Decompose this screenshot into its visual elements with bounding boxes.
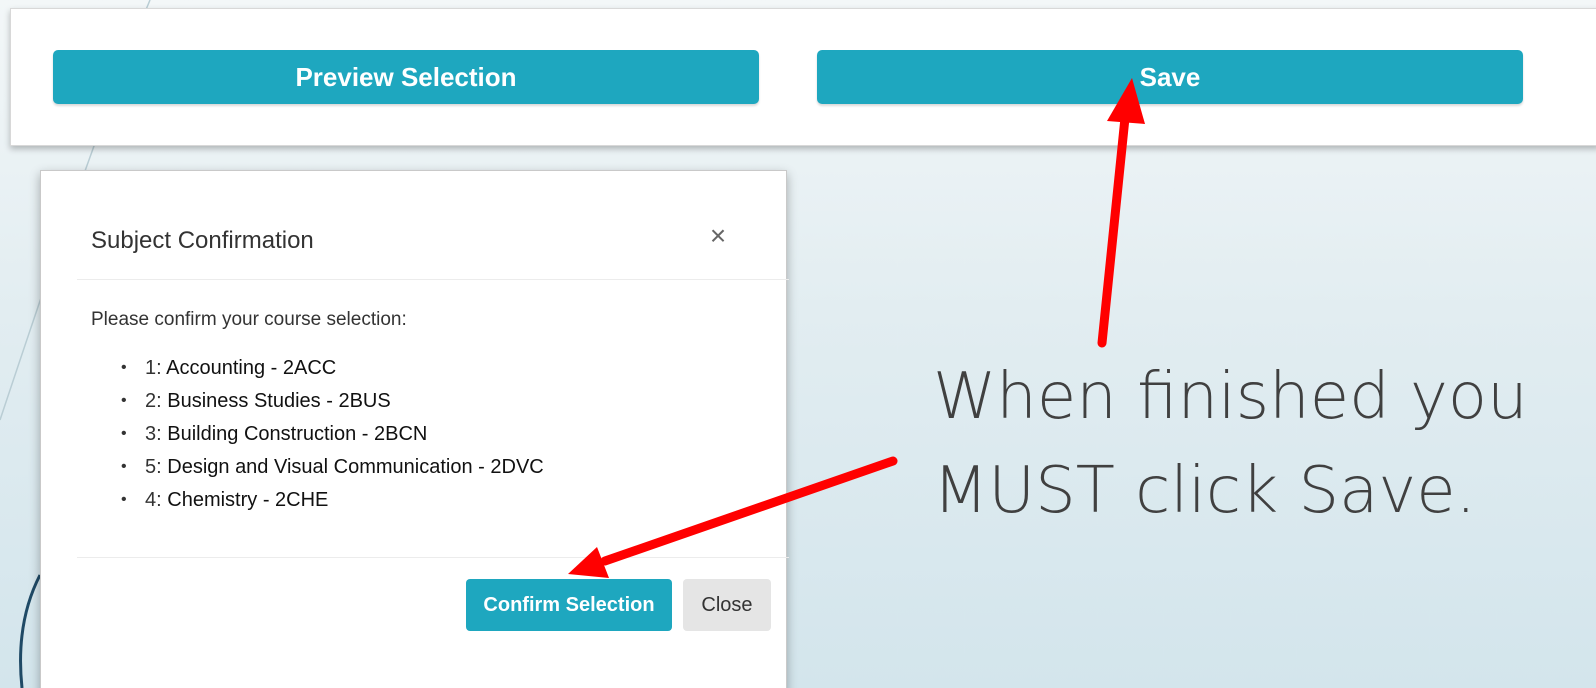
close-icon[interactable]: × xyxy=(703,221,733,251)
confirm-selection-button[interactable]: Confirm Selection xyxy=(466,579,672,631)
list-item: • 4: Chemistry - 2CHE xyxy=(121,489,544,522)
bullet-icon: • xyxy=(121,491,127,508)
instruction-line: MUST click Save. xyxy=(933,454,1476,528)
bullet-icon: • xyxy=(121,425,127,442)
course-name: Business Studies - 2BUS xyxy=(167,390,391,412)
dialog-divider xyxy=(77,557,789,558)
course-number: 1: xyxy=(145,357,162,379)
preview-selection-button[interactable]: Preview Selection xyxy=(53,50,759,104)
instruction-line: When finished you xyxy=(933,360,1528,434)
course-number: 5: xyxy=(145,456,162,478)
save-button[interactable]: Save xyxy=(817,50,1523,104)
list-item: • 3: Building Construction - 2BCN xyxy=(121,423,544,456)
course-name: Chemistry - 2CHE xyxy=(167,489,329,511)
action-bar: Preview Selection Save xyxy=(10,8,1596,146)
bullet-icon: • xyxy=(121,458,127,475)
list-item: • 1: Accounting - 2ACC xyxy=(121,357,544,390)
course-list: • 1: Accounting - 2ACC • 2: Business Studi… xyxy=(121,357,544,522)
course-name: Accounting - 2ACC xyxy=(166,357,337,379)
bullet-icon: • xyxy=(121,392,127,409)
course-number: 4: xyxy=(145,489,162,511)
list-item: • 5: Design and Visual Communication - 2D… xyxy=(121,456,544,489)
dialog-title: Subject Confirmation xyxy=(91,227,314,254)
close-button[interactable]: Close xyxy=(683,579,771,631)
subject-confirmation-dialog: Subject Confirmation × Please confirm yo… xyxy=(40,170,789,688)
bullet-icon: • xyxy=(121,359,127,376)
list-item: • 2: Business Studies - 2BUS xyxy=(121,390,544,423)
instruction-text: When finished you MUST click Save. xyxy=(933,350,1583,538)
course-name: Building Construction - 2BCN xyxy=(167,423,428,445)
course-number: 3: xyxy=(145,423,162,445)
course-name: Design and Visual Communication - 2DVC xyxy=(167,456,544,478)
course-number: 2: xyxy=(145,390,162,412)
dialog-message: Please confirm your course selection: xyxy=(91,309,407,330)
dialog-divider xyxy=(77,279,789,280)
